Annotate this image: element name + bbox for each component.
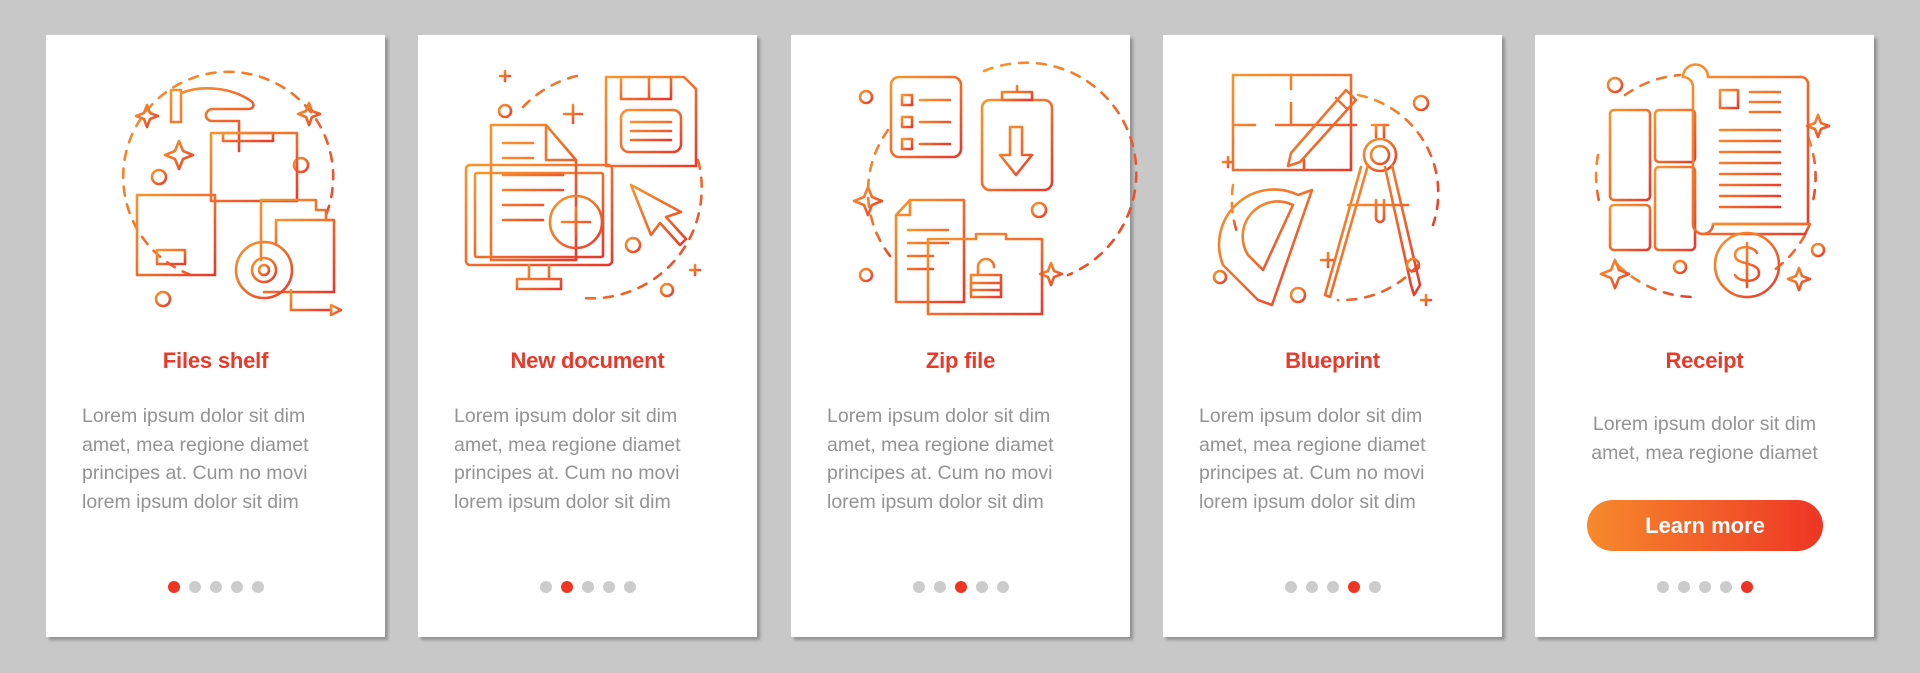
card-title: Receipt	[1665, 348, 1744, 373]
page-dot-3-active[interactable]	[954, 581, 967, 593]
page-dot-3[interactable]	[1326, 581, 1339, 593]
page-dot-4[interactable]	[230, 581, 243, 593]
onboarding-card-new-document: New document Lorem ipsum dolor sit dim a…	[418, 35, 757, 637]
blueprint-icon	[1208, 65, 1458, 310]
page-dot-2[interactable]	[933, 581, 946, 593]
page-dot-4[interactable]	[602, 581, 615, 593]
card-title: Zip file	[925, 348, 996, 373]
files-shelf-icon	[91, 65, 343, 317]
page-dot-3[interactable]	[209, 581, 222, 593]
zip-file-icon	[836, 61, 1138, 316]
page-dot-1[interactable]	[912, 581, 925, 593]
page-dot-5[interactable]	[1368, 581, 1381, 593]
card-title: Blueprint	[1285, 348, 1380, 373]
page-dot-2[interactable]	[188, 581, 201, 593]
card-description: Lorem ipsum dolor sit dim amet, mea regi…	[454, 405, 681, 513]
page-dot-5-active[interactable]	[1740, 581, 1753, 593]
page-dot-5[interactable]	[996, 581, 1009, 593]
onboarding-card-blueprint: Blueprint Lorem ipsum dolor sit dim amet…	[1163, 35, 1502, 637]
receipt-icon	[1580, 63, 1831, 310]
page-indicator	[1163, 581, 1502, 593]
card-title: Files shelf	[162, 348, 269, 373]
page-dot-4-active[interactable]	[1347, 581, 1360, 593]
page-dot-1-active[interactable]	[167, 581, 180, 593]
page-dot-2[interactable]	[1305, 581, 1318, 593]
page-dot-5[interactable]	[251, 581, 264, 593]
page-dot-3[interactable]	[1698, 581, 1711, 593]
card-title: New document	[510, 348, 665, 373]
page-dot-1[interactable]	[1656, 581, 1669, 593]
onboarding-card-files-shelf: Files shelf Lorem ipsum dolor sit dim am…	[46, 35, 385, 637]
page-dot-4[interactable]	[1719, 581, 1732, 593]
page-dot-2-active[interactable]	[560, 581, 573, 593]
card-description: Lorem ipsum dolor sit dim amet, mea regi…	[1591, 413, 1818, 464]
page-indicator	[1535, 581, 1874, 593]
learn-more-button[interactable]: Learn more	[1587, 500, 1823, 551]
new-document-icon	[463, 65, 713, 310]
page-dot-2[interactable]	[1677, 581, 1690, 593]
page-dot-3[interactable]	[581, 581, 594, 593]
onboarding-card-zip-file: Zip file Lorem ipsum dolor sit dim amet,…	[791, 35, 1138, 637]
page-dot-1[interactable]	[539, 581, 552, 593]
page-indicator	[418, 581, 757, 593]
page-indicator	[791, 581, 1130, 593]
page-dot-5[interactable]	[623, 581, 636, 593]
page-dot-4[interactable]	[975, 581, 988, 593]
card-description: Lorem ipsum dolor sit dim amet, mea regi…	[1199, 405, 1426, 513]
card-description: Lorem ipsum dolor sit dim amet, mea regi…	[82, 405, 309, 513]
onboarding-card-receipt: Receipt Lorem ipsum dolor sit dim amet, …	[1535, 35, 1874, 637]
card-description: Lorem ipsum dolor sit dim amet, mea regi…	[827, 405, 1054, 513]
page-dot-1[interactable]	[1284, 581, 1297, 593]
page-indicator	[46, 581, 385, 593]
